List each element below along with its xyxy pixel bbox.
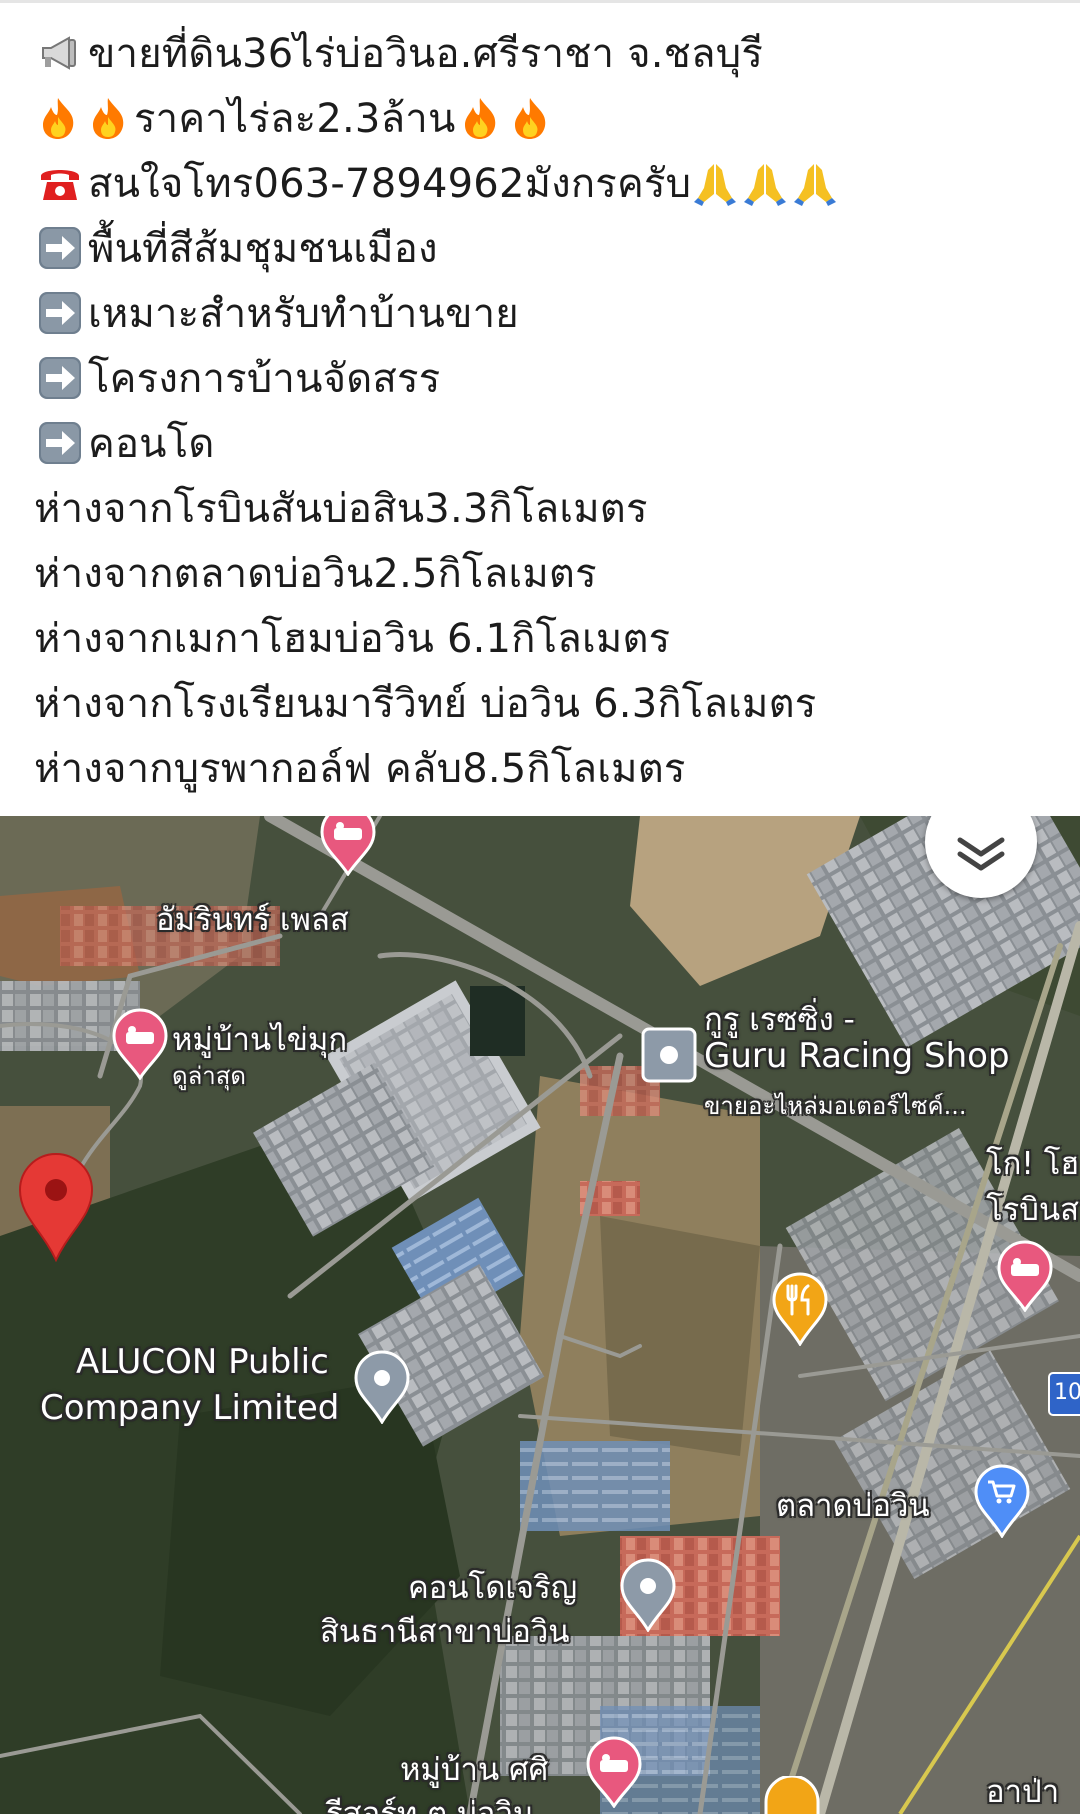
shopping-cart-pin-icon[interactable] <box>972 1462 1032 1538</box>
zone-text: พื้นที่สีส้มชุมชนเมือง <box>88 225 438 272</box>
folded-hands-icon <box>791 160 839 206</box>
post-line-condo: คอนโด <box>34 410 1064 475</box>
contact-text: สนใจโทร063-7894962มังกรครับ <box>88 160 692 207</box>
fire-icon <box>506 95 554 141</box>
label-village-sasi[interactable]: หมู่บ้าน ศศิ <box>400 1744 548 1794</box>
restaurant-pin-icon[interactable] <box>762 1776 822 1814</box>
post-line-suitable: เหมาะสำหรับทำบ้านขาย <box>34 280 1064 345</box>
post-line-zone: พื้นที่สีส้มชุมชนเมือง <box>34 215 1064 280</box>
location-pin-icon[interactable] <box>16 1150 96 1262</box>
label-alucon-2[interactable]: Company Limited <box>40 1388 339 1428</box>
label-guru-en[interactable]: Guru Racing Shop <box>704 1036 1010 1076</box>
fire-icon <box>34 95 82 141</box>
chevron-double-down-icon <box>957 837 1005 871</box>
post-line-contact: สนใจโทร063-7894962มังกรครับ <box>34 150 1064 215</box>
map-imagery <box>0 816 1080 1814</box>
place-pin-icon[interactable] <box>352 1348 412 1424</box>
hotel-pin-icon[interactable] <box>318 816 378 876</box>
label-condo-2[interactable]: สินธานีสาขาบ่อวิน <box>320 1606 569 1656</box>
distance-robinson-text: ห่างจากโรบินสันบ่อสิน3.3กิโลเมตร <box>34 485 648 532</box>
post-line-project: โครงการบ้านจัดสรร <box>34 345 1064 410</box>
megaphone-icon <box>34 30 86 76</box>
label-alucon-1[interactable]: ALUCON Public <box>76 1342 329 1382</box>
square-place-icon[interactable] <box>640 1026 698 1084</box>
hotel-pin-icon[interactable] <box>110 1008 170 1080</box>
label-condo-1[interactable]: คอนโดเจริญ <box>408 1562 577 1612</box>
right-arrow-icon <box>34 225 86 271</box>
distance-megahome-text: ห่างจากเมกาโฮมบ่อวิน 6.1กิโลเมตร <box>34 615 671 662</box>
telephone-icon <box>34 160 86 206</box>
label-village-sasi-2: รีสอร์ท ต.บ่อวิน <box>326 1796 535 1814</box>
distance-robinson: ห่างจากโรบินสันบ่อสิน3.3กิโลเมตร <box>34 475 1064 540</box>
price-text: ราคาไร่ละ2.3ล้าน <box>134 95 456 142</box>
distance-school: ห่างจากโรงเรียนมารีวิทย์ บ่อวิน 6.3กิโลเ… <box>34 670 1064 735</box>
post-line-title: ขายที่ดิน36ไร่บ่อวินอ.ศรีราชา จ.ชลบุรี <box>34 20 1064 85</box>
hotel-pin-icon[interactable] <box>995 1240 1055 1312</box>
suitable-text: เหมาะสำหรับทำบ้านขาย <box>88 290 519 337</box>
distance-megahome: ห่างจากเมกาโฮมบ่อวิน 6.1กิโลเมตร <box>34 605 1064 670</box>
right-arrow-icon <box>34 290 86 336</box>
road-shield-number: 10 <box>1054 1380 1080 1405</box>
folded-hands-icon <box>741 160 789 206</box>
road-shield: 10 <box>1048 1372 1080 1416</box>
label-go-top[interactable]: โก! โฮ <box>986 1138 1079 1188</box>
label-amarin-place[interactable]: อัมรินทร์ เพลส <box>156 894 349 944</box>
hotel-pin-icon[interactable] <box>584 1736 644 1808</box>
folded-hands-icon <box>691 160 739 206</box>
distance-school-text: ห่างจากโรงเรียนมารีวิทย์ บ่อวิน 6.3กิโลเ… <box>34 680 817 727</box>
label-apa[interactable]: อาป่า <box>986 1766 1059 1814</box>
post-line-price: ราคาไร่ละ2.3ล้าน <box>34 85 1064 150</box>
right-arrow-icon <box>34 355 86 401</box>
distance-golf: ห่างจากบูรพากอล์ฟ คลับ8.5กิโลเมตร <box>34 735 1064 800</box>
distance-market: ห่างจากตลาดบ่อวิน2.5กิโลเมตร <box>34 540 1064 605</box>
label-guru-sub: ขายอะไหล่มอเตอร์ไซค์... <box>704 1092 967 1120</box>
post-text: ขายที่ดิน36ไร่บ่อวินอ.ศรีราชา จ.ชลบุรี ร… <box>34 20 1064 800</box>
condo-text: คอนโด <box>88 420 215 467</box>
right-arrow-icon <box>34 420 86 466</box>
fire-icon <box>456 95 504 141</box>
top-divider <box>0 0 1080 3</box>
distance-market-text: ห่างจากตลาดบ่อวิน2.5กิโลเมตร <box>34 550 597 597</box>
project-text: โครงการบ้านจัดสรร <box>88 355 441 402</box>
fire-icon <box>84 95 132 141</box>
label-market-bowin[interactable]: ตลาดบ่อวิน <box>776 1480 930 1530</box>
distance-golf-text: ห่างจากบูรพากอล์ฟ คลับ8.5กิโลเมตร <box>34 745 686 792</box>
title-text: ขายที่ดิน36ไร่บ่อวินอ.ศรีราชา จ.ชลบุรี <box>88 30 764 77</box>
restaurant-pin-icon[interactable] <box>770 1270 830 1346</box>
label-village-pearl-sub: ดูล่าสุด <box>172 1062 247 1090</box>
satellite-map[interactable]: 10 อัมรินทร์ เพลส หมู่บ้านไข่มุก ดูล่าสุ… <box>0 816 1080 1814</box>
label-go-bottom[interactable]: โรบินส <box>986 1184 1079 1234</box>
place-pin-icon[interactable] <box>618 1556 678 1632</box>
